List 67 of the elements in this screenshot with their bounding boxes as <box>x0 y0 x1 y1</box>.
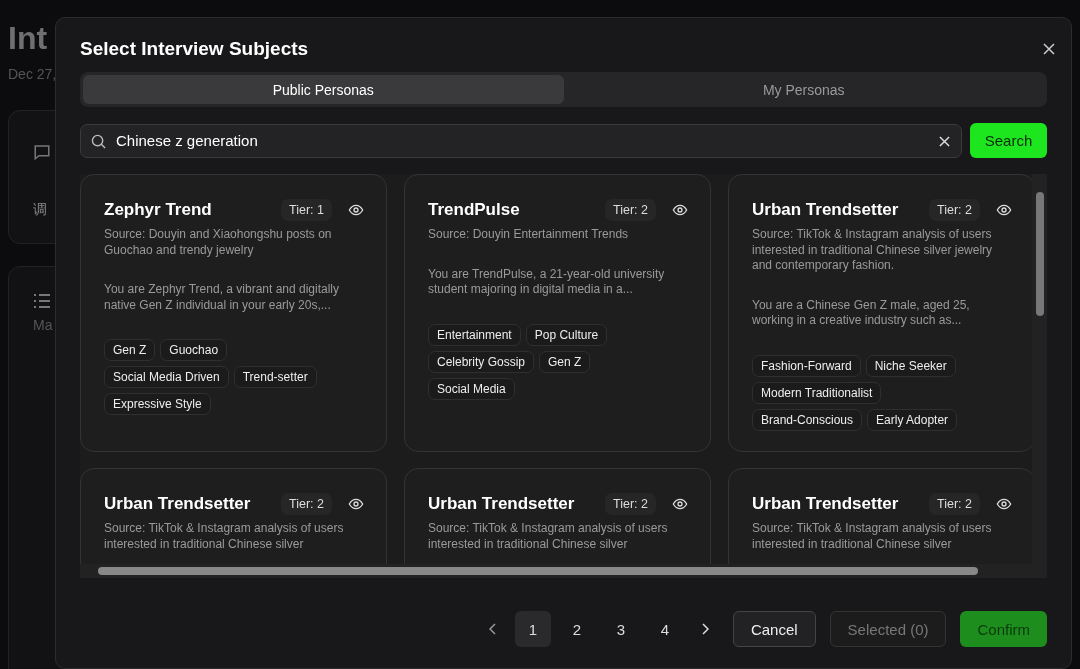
persona-summary: You are TrendPulse, a 21-year-old university student majoring in digital media in a... <box>428 266 666 298</box>
page-button[interactable]: 1 <box>514 611 551 647</box>
persona-name: Zephyr Trend <box>104 200 213 220</box>
persona-source: Source: TikTok & Instagram analysis of users interested in traditional Chinese silver <box>428 521 669 552</box>
dialog-title: Select Interview Subjects <box>80 38 309 60</box>
persona-tag: Gen Z <box>539 350 591 373</box>
close-icon[interactable] <box>1043 43 1055 55</box>
persona-source: Source: TikTok & Instagram analysis of users interested in traditional Chinese silver <box>104 521 345 552</box>
page-button[interactable]: 4 <box>646 611 683 647</box>
persona-tag: Trend-setter <box>233 366 317 388</box>
persona-source: Source: TikTok & Instagram analysis of users interested in traditional Chinese silver jewelry and contemporary fashion. <box>752 227 994 274</box>
persona-tag: Niche Seeker <box>865 354 956 377</box>
persona-tag: Modern Traditionalist <box>752 381 882 404</box>
persona-name: Urban Trendsetter <box>752 494 900 514</box>
horizontal-scrollbar[interactable] <box>80 564 1047 578</box>
list-label: Ma <box>33 317 53 333</box>
tier-label: Tier: 2 <box>929 493 980 515</box>
eye-icon[interactable] <box>996 202 1012 218</box>
persona-source: Source: Douyin and Xiaohongshu posts on Guochao and trendy jewelry <box>104 227 333 258</box>
page-title: Int <box>8 20 48 57</box>
chevron-right-icon[interactable] <box>700 623 709 635</box>
eye-icon[interactable] <box>996 496 1012 512</box>
persona-name: TrendPulse <box>428 200 521 220</box>
persona-card[interactable] <box>80 174 387 452</box>
persona-tag: Early Adopter <box>867 408 958 431</box>
persona-tag: Brand-Conscious <box>752 408 863 431</box>
tier-label: Tier: 2 <box>605 493 656 515</box>
list-icon <box>33 293 51 309</box>
persona-tag: Pop Culture <box>525 323 608 346</box>
persona-card[interactable] <box>728 174 1035 452</box>
persona-tag: Social Media Driven <box>104 366 229 388</box>
page-button[interactable]: 3 <box>602 611 639 647</box>
search-field[interactable]: Chinese z generation <box>80 123 962 158</box>
clear-icon[interactable] <box>939 135 950 147</box>
persona-name: Urban Trendsetter <box>752 200 900 220</box>
persona-tag: Entertainment <box>428 323 521 346</box>
persona-tab[interactable]: My Personas <box>563 75 1044 104</box>
search-button[interactable]: Search <box>970 123 1047 158</box>
page-button[interactable]: 2 <box>558 611 595 647</box>
vertical-scrollbar[interactable] <box>1032 174 1047 564</box>
persona-tag: Social Media <box>428 377 515 400</box>
persona-tag: Celebrity Gossip <box>428 350 535 373</box>
chevron-left-icon[interactable] <box>488 623 497 635</box>
card-text: 调 <box>33 201 47 219</box>
persona-source: Source: Douyin Entertainment Trends <box>428 227 630 243</box>
persona-tag: Guochao <box>160 339 228 361</box>
persona-summary: You are Zephyr Trend, a vibrant and digitally native Gen Z individual in your early 20s,... <box>104 282 341 313</box>
persona-tag: Gen Z <box>104 339 156 361</box>
tier-label: Tier: 1 <box>281 199 332 221</box>
persona-source: Source: TikTok & Instagram analysis of users interested in traditional Chinese silver <box>752 521 993 552</box>
eye-icon[interactable] <box>672 496 688 512</box>
persona-tag: Expressive Style <box>104 393 211 415</box>
persona-card[interactable] <box>404 174 711 452</box>
persona-tag: Fashion-Forward <box>752 354 861 377</box>
page-date: Dec 27, <box>8 66 57 82</box>
persona-tab[interactable]: Public Personas <box>83 75 564 104</box>
eye-icon[interactable] <box>348 496 364 512</box>
cancel-button[interactable]: Cancel <box>732 611 816 647</box>
eye-icon[interactable] <box>348 202 364 218</box>
persona-name: Urban Trendsetter <box>104 494 252 514</box>
chat-icon <box>33 143 51 161</box>
tier-label: Tier: 2 <box>281 493 332 515</box>
persona-name: Urban Trendsetter <box>428 494 576 514</box>
tier-label: Tier: 2 <box>929 199 980 221</box>
tier-label: Tier: 2 <box>605 199 656 221</box>
eye-icon[interactable] <box>672 202 688 218</box>
persona-summary: You are a Chinese Gen Z male, aged 25, working in a creative industry such as... <box>752 297 971 329</box>
